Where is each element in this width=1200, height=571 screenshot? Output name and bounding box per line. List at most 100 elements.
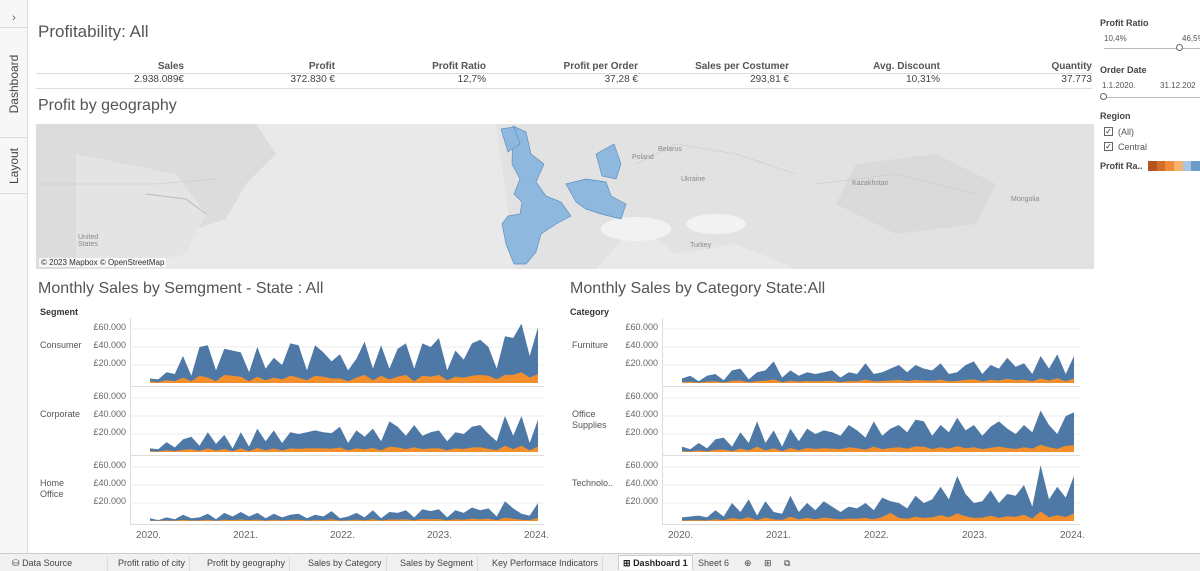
y-tick-label: £20.000	[625, 427, 658, 437]
category-header: Category	[570, 307, 610, 317]
sales-area	[150, 501, 538, 521]
new-story-icon[interactable]: ⧉	[780, 556, 794, 571]
x-tick-label: 2020.	[136, 530, 162, 541]
kpi-quantity: Quantity 37.773	[28, 61, 1092, 89]
tab-layout-pane[interactable]: Layout	[0, 138, 28, 194]
order-date-from[interactable]: 1.1.2020.	[1102, 81, 1135, 90]
map-title: Profit by geography	[38, 97, 177, 114]
tab-sales-by-category[interactable]: Sales by Category	[304, 556, 387, 571]
region-all-checkbox[interactable]: ✓	[1104, 127, 1113, 136]
sales-area	[682, 410, 1074, 452]
sales-area	[150, 323, 538, 383]
profit-map[interactable]: Poland Belarus Ukraine Kazakhstan Mongol…	[36, 124, 1094, 269]
y-tick-label: £40.000	[93, 409, 126, 419]
segment-chart-title: Monthly Sales by Semgment - State : All	[38, 280, 324, 297]
side-rail: › Dashboard Layout	[0, 0, 28, 553]
area-chart-technolo-[interactable]	[662, 456, 1080, 525]
profit-ratio-min: 10,4%	[1104, 34, 1127, 43]
legend-swatch	[1165, 161, 1175, 171]
tab-label: Profit by geography	[207, 558, 286, 568]
y-tick-label: £20.000	[625, 496, 658, 506]
new-worksheet-icon[interactable]: ⊕	[740, 556, 756, 571]
y-tick-label: £40.000	[93, 478, 126, 488]
tab-label: Sheet 6	[698, 558, 730, 568]
tab-label: Sales by Segment	[400, 558, 474, 568]
tab-sheet-6[interactable]: Sheet 6	[694, 556, 733, 571]
database-icon: ⛁	[12, 558, 20, 568]
x-tick-label: 2023.	[962, 530, 988, 541]
x-tick-label: 2022.	[864, 530, 890, 541]
profit-ratio-max: 46,5%	[1182, 34, 1200, 43]
y-tick-label: £60.000	[625, 391, 658, 401]
region-option-label: Central	[1118, 142, 1148, 152]
grid-icon: ⊞	[623, 558, 631, 568]
order-date-slider-handle[interactable]	[1100, 93, 1107, 100]
tab-profit-by-geography[interactable]: Profit by geography	[203, 556, 291, 571]
collapse-rail-button[interactable]: ›	[0, 8, 28, 28]
y-tick-label: £60.000	[93, 460, 126, 470]
tab-dashboard-pane[interactable]: Dashboard	[0, 30, 28, 138]
map-label: Turkey	[690, 242, 712, 249]
map-label: United States	[78, 234, 99, 248]
profit-ratio-color-legend	[1148, 161, 1200, 171]
new-dashboard-icon[interactable]: ⊞	[760, 556, 776, 571]
y-tick-label: £60.000	[625, 322, 658, 332]
legend-swatch	[1182, 161, 1192, 171]
x-tick-label: 2024.	[1060, 530, 1086, 541]
sales-area	[682, 465, 1074, 521]
map-background	[36, 124, 1094, 269]
region-option-label: (All)	[1118, 127, 1134, 137]
order-date-filter-title: Order Date	[1100, 65, 1147, 75]
profit-ratio-legend-title: Profit Ra..	[1100, 161, 1143, 171]
map-label: Ukraine	[681, 176, 706, 183]
tab-sales-by-segment[interactable]: Sales by Segment	[396, 556, 479, 571]
region-filter-title: Region	[1100, 111, 1131, 121]
region-central-checkbox[interactable]: ✓	[1104, 142, 1113, 151]
tab-label: Dashboard 1	[633, 558, 688, 568]
profit-ratio-slider-track[interactable]	[1104, 48, 1200, 49]
x-tick-label: 2024.	[524, 530, 550, 541]
x-tick-label: 2022.	[330, 530, 356, 541]
x-tick-label: 2021.	[766, 530, 792, 541]
y-tick-label: £40.000	[93, 340, 126, 350]
x-tick-label: 2023.	[427, 530, 453, 541]
tableau-window: › Dashboard Layout Profitability: All Sa…	[0, 0, 1200, 571]
legend-swatch	[1148, 161, 1157, 171]
y-tick-label: £60.000	[625, 460, 658, 470]
tab-label: Sales by Category	[308, 558, 382, 568]
tab-data-source[interactable]: ⛁ Data Source	[8, 556, 108, 571]
dashboard-canvas: Profitability: All Sales 2.938.089€ Prof…	[28, 0, 1200, 553]
profit-ratio-filter-title: Profit Ratio	[1100, 18, 1149, 28]
area-chart-office-supplies[interactable]	[662, 387, 1080, 456]
y-tick-label: £40.000	[625, 478, 658, 488]
kpi-value: 37.773	[1061, 74, 1092, 85]
tab-dashboard-1[interactable]: ⊞ Dashboard 1	[618, 555, 693, 570]
map-label: Belarus	[658, 146, 682, 153]
area-chart-furniture[interactable]	[662, 318, 1080, 387]
dashboard-title: Profitability: All	[38, 22, 149, 41]
order-date-slider-track[interactable]	[1104, 97, 1200, 98]
map-label: Kazakhstan	[852, 180, 889, 187]
tab-key-performance-indicators[interactable]: Key Performace Indicators	[488, 556, 604, 571]
y-tick-label: £60.000	[93, 391, 126, 401]
order-date-to[interactable]: 31.12.202	[1160, 81, 1196, 90]
tab-profit-ratio-of-city[interactable]: Profit ratio of city	[114, 556, 191, 571]
legend-swatch	[1191, 161, 1200, 171]
area-chart-corporate[interactable]	[130, 387, 544, 456]
area-chart-home-office[interactable]	[130, 456, 544, 525]
legend-swatch	[1156, 161, 1166, 171]
x-tick-label: 2020.	[668, 530, 694, 541]
tab-layout-label: Layout	[7, 147, 21, 184]
y-tick-label: £60.000	[93, 322, 126, 332]
y-tick-label: £40.000	[625, 409, 658, 419]
sheet-tab-bar: ⛁ Data Source Profit ratio of city Profi…	[0, 553, 1200, 571]
x-tick-label: 2021.	[233, 530, 259, 541]
tab-label: Data Source	[22, 558, 73, 568]
area-chart-consumer[interactable]	[130, 318, 544, 387]
y-tick-label: £20.000	[93, 427, 126, 437]
category-chart-title: Monthly Sales by Category State:All	[570, 280, 826, 297]
y-tick-label: £40.000	[625, 340, 658, 350]
tab-dashboard-label: Dashboard	[7, 54, 21, 113]
filter-pane: Profit Ratio 10,4% 46,5% Order Date 1.1.…	[1096, 0, 1200, 553]
profit-ratio-slider-handle[interactable]	[1176, 44, 1183, 51]
